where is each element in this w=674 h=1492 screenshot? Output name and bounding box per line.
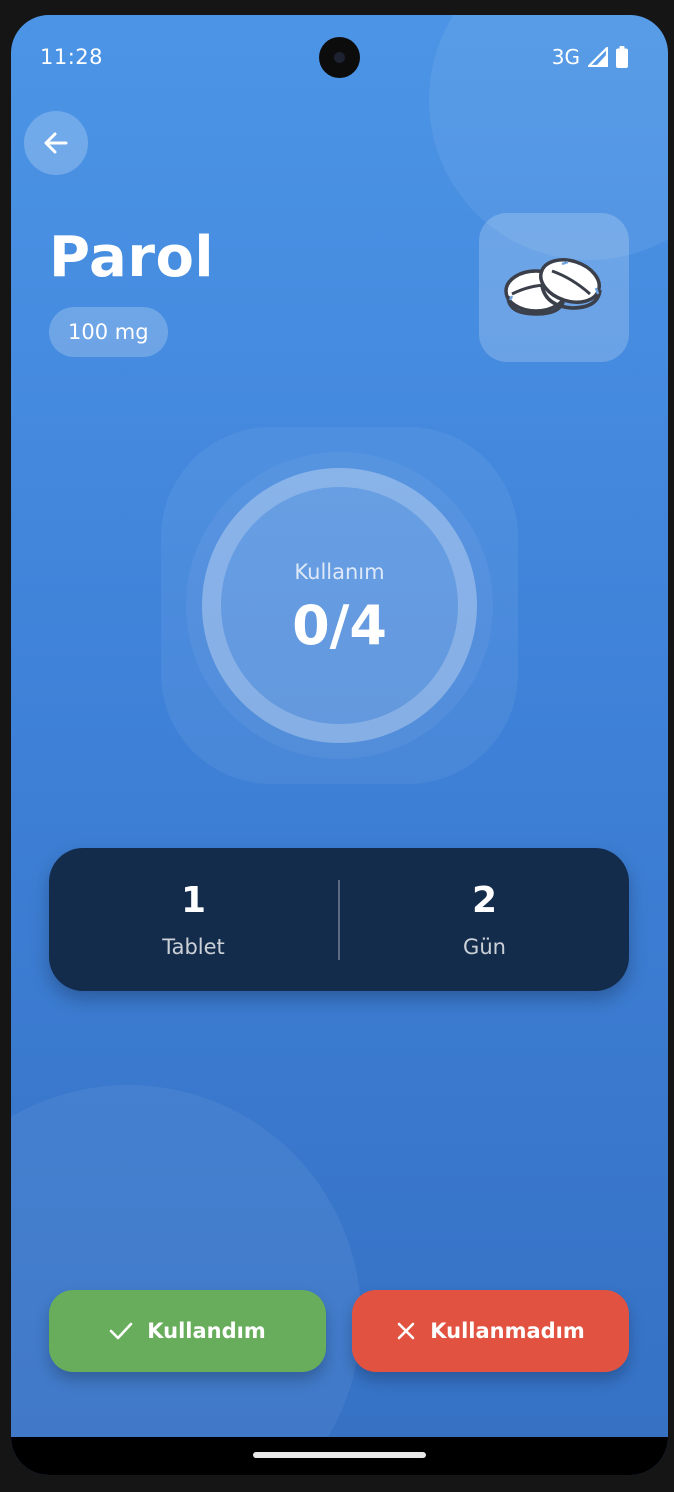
- usage-progress-ring: Kullanım 0/4: [202, 468, 477, 743]
- decorative-circle-bottom: [11, 1085, 361, 1475]
- signal-icon: [588, 47, 608, 67]
- medication-name: Parol: [49, 225, 215, 290]
- usage-count: 0/4: [292, 594, 387, 657]
- stat-tablet-value: 1: [180, 880, 207, 921]
- close-icon: [397, 1322, 415, 1340]
- stat-day-value: 2: [471, 880, 498, 921]
- stat-tablet-label: Tablet: [162, 935, 225, 959]
- status-icons: 3G: [552, 45, 628, 69]
- status-time: 11:28: [40, 45, 104, 69]
- stat-day: 2 Gün: [340, 880, 629, 959]
- arrow-left-icon: [44, 132, 68, 154]
- back-button[interactable]: [24, 111, 88, 175]
- home-indicator[interactable]: [253, 1452, 426, 1458]
- medication-image: [479, 213, 629, 362]
- battery-icon: [616, 46, 628, 68]
- network-type: 3G: [551, 45, 580, 69]
- stat-tablet: 1 Tablet: [49, 880, 338, 959]
- pills-icon: [504, 257, 602, 316]
- app-screen: 11:28 3G Parol 100 mg Kullanım 0/4 1 Tab…: [11, 15, 668, 1475]
- taken-button[interactable]: Kullandım: [49, 1290, 326, 1372]
- dosage-badge: 100 mg: [49, 307, 168, 357]
- front-camera: [319, 37, 360, 78]
- missed-button-label: Kullanmadım: [430, 1319, 585, 1343]
- status-bar: 11:28 3G: [11, 15, 668, 95]
- usage-label: Kullanım: [294, 560, 385, 584]
- check-icon: [109, 1322, 133, 1340]
- navigation-bar: [11, 1437, 668, 1475]
- taken-button-label: Kullandım: [147, 1319, 266, 1343]
- device-frame: 11:28 3G Parol 100 mg Kullanım 0/4 1 Tab…: [0, 0, 674, 1492]
- dosage-stats-card: 1 Tablet 2 Gün: [49, 848, 629, 991]
- missed-button[interactable]: Kullanmadım: [352, 1290, 629, 1372]
- stat-day-label: Gün: [463, 935, 506, 959]
